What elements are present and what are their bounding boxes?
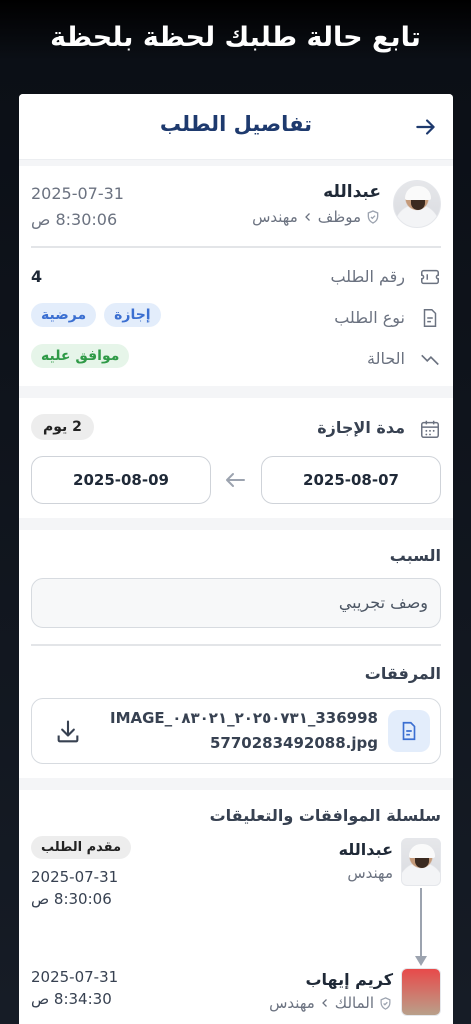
status-badge: موافق عليه bbox=[31, 344, 130, 368]
chevron-left-icon bbox=[304, 213, 310, 221]
document-icon bbox=[423, 309, 437, 327]
chain-entry-2-time: 8:34:30 ص bbox=[31, 990, 112, 1008]
download-icon[interactable] bbox=[54, 718, 82, 746]
reason-label: السبب bbox=[389, 546, 441, 565]
chain-entry-2-role: المالك bbox=[334, 994, 374, 1012]
divider bbox=[31, 644, 441, 646]
request-number-label: رقم الطلب bbox=[330, 267, 405, 286]
status-container: موافق عليه bbox=[31, 344, 130, 368]
tag-leave: إجازة bbox=[104, 303, 161, 327]
shield-icon bbox=[367, 210, 379, 224]
attachment-item[interactable]: IMAGE_٢٠٢٥٠٧٣١_٠٨٣٠٢١_336998 57702834920… bbox=[31, 698, 441, 764]
arrow-left-icon bbox=[226, 473, 245, 487]
chain-entry-2-role-path: المالك مهندس bbox=[269, 994, 393, 1012]
request-details-screen: تفاصيل الطلب عبدالله موظف مهندس 2025-07-… bbox=[19, 94, 453, 1024]
chain-entry-2-name: كريم إيهاب bbox=[305, 970, 393, 989]
attachments-label: المرفقات bbox=[364, 664, 441, 683]
leave-duration-value: 2 يوم bbox=[31, 414, 94, 440]
page-title: تفاصيل الطلب bbox=[159, 112, 313, 136]
start-date-field[interactable]: 2025-08-07 bbox=[261, 456, 441, 504]
chevron-left-icon bbox=[321, 999, 327, 1007]
request-date: 2025-07-31 bbox=[31, 184, 124, 203]
approval-chain-title: سلسلة الموافقات والتعليقات bbox=[209, 806, 441, 825]
tag-sick: مرضية bbox=[31, 303, 97, 327]
promo-headline: تابع حالة طلبك لحظة بلحظة bbox=[50, 22, 421, 53]
file-name-line2: 5770283492088.jpg bbox=[210, 734, 378, 752]
file-icon bbox=[402, 721, 416, 741]
reason-attachments-card: السبب وصف تجريبي المرفقات IMAGE_٢٠٢٥٠٧٣١… bbox=[19, 530, 453, 778]
requester-name: عبدالله bbox=[323, 182, 381, 202]
chain-entry-1-name: عبدالله bbox=[338, 840, 393, 859]
chain-entry-2-date: 2025-07-31 bbox=[31, 968, 119, 986]
request-number-value: 4 bbox=[31, 267, 43, 286]
ticket-icon bbox=[421, 269, 439, 285]
chain-arrow-icon bbox=[415, 956, 427, 966]
duration-container: 2 يوم bbox=[31, 414, 94, 440]
submitter-badge: مقدم الطلب bbox=[31, 836, 132, 859]
file-name-line1: IMAGE_٢٠٢٥٠٧٣١_٠٨٣٠٢١_336998 bbox=[110, 709, 378, 727]
requester-title: مهندس bbox=[252, 208, 298, 226]
app-header: تفاصيل الطلب bbox=[19, 94, 453, 160]
arrow-right-icon[interactable] bbox=[413, 114, 439, 140]
leave-duration-label: مدة الإجازة bbox=[317, 418, 405, 437]
divider bbox=[31, 246, 441, 248]
file-icon-box bbox=[388, 710, 430, 752]
approval-chain-card: سلسلة الموافقات والتعليقات عبدالله مهندس… bbox=[19, 790, 453, 1024]
calendar-icon bbox=[421, 420, 439, 438]
status-label: الحالة bbox=[367, 349, 405, 368]
request-type-tags: إجازة مرضية bbox=[31, 303, 161, 327]
avatar[interactable] bbox=[401, 968, 441, 1016]
avatar[interactable] bbox=[393, 180, 441, 228]
request-time: 8:30:06 ص bbox=[31, 210, 118, 229]
request-type-label: نوع الطلب bbox=[334, 308, 405, 327]
leave-duration-card: مدة الإجازة 2 يوم 2025-08-07 2025-08-09 bbox=[19, 398, 453, 518]
chain-entry-1-title: مهندس bbox=[347, 864, 393, 882]
chain-connector-line bbox=[420, 888, 422, 958]
reason-field[interactable]: وصف تجريبي bbox=[31, 578, 441, 628]
chain-entry-1-date: 2025-07-31 bbox=[31, 868, 119, 886]
chain-entry-1-badge-wrap: مقدم الطلب bbox=[31, 836, 132, 859]
chain-entry-1-time: 8:30:06 ص bbox=[31, 890, 112, 908]
chain-entry-2-title: مهندس bbox=[269, 994, 315, 1012]
avatar[interactable] bbox=[401, 838, 441, 886]
request-info-card: عبدالله موظف مهندس 2025-07-31 8:30:06 ص … bbox=[19, 166, 453, 386]
requester-role: موظف bbox=[317, 208, 361, 226]
trend-icon bbox=[421, 354, 439, 366]
requester-role-path: موظف مهندس bbox=[252, 208, 381, 226]
shield-icon bbox=[380, 996, 391, 1010]
end-date-field[interactable]: 2025-08-09 bbox=[31, 456, 211, 504]
